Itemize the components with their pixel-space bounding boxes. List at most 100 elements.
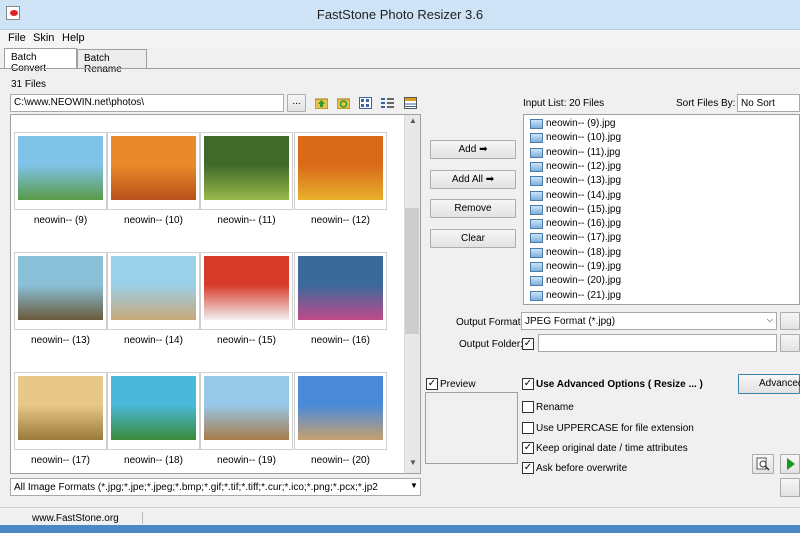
output-format-value: JPEG Format (*.jpg) — [525, 316, 616, 327]
arrow-right-icon: ➡ — [479, 144, 488, 155]
image-file-icon — [530, 190, 543, 201]
advanced-button[interactable]: Advanced — [738, 374, 800, 394]
thumbnail-label: neowin-- (10) — [124, 215, 183, 226]
menu-help[interactable]: Help — [62, 32, 85, 44]
thumbnail-image — [204, 376, 289, 440]
chevron-down-icon: ⌵ — [766, 315, 773, 324]
tab-batch-convert[interactable]: Batch Convert — [4, 48, 77, 74]
thumbnail-image — [204, 256, 289, 320]
browse-button[interactable]: ... — [287, 94, 306, 112]
input-list[interactable]: neowin-- (9).jpg neowin-- (10).jpg neowin-… — [523, 114, 800, 305]
menu-file[interactable]: File — [8, 32, 26, 44]
taskbar-strip — [0, 525, 800, 533]
remove-button[interactable]: Remove — [430, 199, 516, 218]
list-item[interactable]: neowin-- (9).jpg — [528, 117, 615, 131]
thumbnail-item[interactable] — [294, 132, 387, 210]
list-item[interactable]: neowin-- (20).jpg — [528, 274, 621, 288]
scroll-down-icon[interactable]: ▼ — [405, 458, 421, 472]
list-item[interactable]: neowin-- (17).jpg — [528, 231, 621, 245]
status-separator — [142, 512, 143, 524]
list-item[interactable]: neowin-- (14).jpg — [528, 189, 621, 203]
thumbnail-item[interactable] — [200, 252, 293, 330]
thumbnail-item[interactable] — [14, 132, 107, 210]
list-item-label: neowin-- (11).jpg — [546, 146, 621, 158]
convert-button[interactable] — [780, 454, 800, 474]
folder-up-icon[interactable] — [315, 97, 328, 109]
list-item[interactable]: neowin-- (12).jpg — [528, 160, 621, 174]
thumbnail-item[interactable] — [107, 372, 200, 450]
keep-date-checkbox[interactable]: ✓ — [522, 442, 534, 454]
advanced-options-checkbox[interactable]: ✓ — [522, 378, 534, 390]
image-file-icon — [530, 176, 543, 187]
add-button[interactable]: Add ➡ — [430, 140, 516, 159]
thumbnail-label: neowin-- (13) — [31, 335, 90, 346]
list-item[interactable]: neowin-- (10).jpg — [528, 131, 621, 145]
add-all-button[interactable]: Add All ➡ — [430, 170, 516, 189]
thumbnail-item[interactable] — [14, 252, 107, 330]
list-item-label: neowin-- (15).jpg — [546, 203, 622, 215]
scroll-up-icon[interactable]: ▲ — [405, 116, 421, 130]
list-item-label: neowin-- (16).jpg — [546, 218, 622, 230]
path-input[interactable]: C:\www.NEOWIN.net\photos\ — [10, 94, 284, 112]
list-item[interactable]: neowin-- (18).jpg — [528, 246, 621, 260]
output-folder-checkbox[interactable]: ✓ — [522, 338, 534, 350]
list-item-label: neowin-- (20).jpg — [546, 275, 622, 287]
chevron-down-icon[interactable]: ▼ — [410, 481, 418, 490]
keep-date-label: Keep original date / time attributes — [536, 443, 688, 454]
status-website[interactable]: www.FastStone.org — [32, 513, 119, 524]
list-item[interactable]: neowin-- (11).jpg — [528, 146, 620, 160]
advanced-options-label: Use Advanced Options ( Resize ... ) — [536, 379, 703, 390]
title-bar: FastStone Photo Resizer 3.6 — [0, 0, 800, 30]
add-button-label: Add — [458, 144, 477, 155]
output-folder-label: Output Folder: — [459, 339, 523, 350]
thumbnail-label: neowin-- (15) — [217, 335, 276, 346]
rename-checkbox[interactable] — [522, 401, 534, 413]
details-view-icon[interactable] — [404, 97, 417, 109]
preview-button[interactable] — [752, 454, 774, 474]
list-view-icon[interactable] — [381, 97, 394, 109]
preview-label: Preview — [440, 379, 476, 390]
list-item-label: neowin-- (13).jpg — [546, 175, 622, 187]
scroll-thumb[interactable] — [405, 208, 419, 334]
thumbnail-item[interactable] — [294, 252, 387, 330]
output-format-select[interactable]: JPEG Format (*.jpg) ⌵ — [521, 312, 777, 330]
format-settings-button[interactable] — [780, 312, 800, 330]
thumbnail-image — [111, 376, 196, 440]
thumbnail-label: neowin-- (14) — [124, 335, 183, 346]
output-folder-browse-button[interactable] — [780, 334, 800, 352]
image-file-icon — [530, 147, 543, 158]
tab-batch-rename[interactable]: Batch Rename — [77, 49, 147, 75]
thumbnail-item[interactable] — [200, 132, 293, 210]
double-arrow-right-icon: ➡ — [485, 174, 495, 185]
image-file-icon — [530, 219, 543, 230]
output-folder-input[interactable] — [538, 334, 777, 352]
list-item-label: neowin-- (18).jpg — [546, 246, 622, 258]
list-item[interactable]: neowin-- (21).jpg — [528, 289, 621, 303]
list-item[interactable]: neowin-- (19).jpg — [528, 260, 621, 274]
sort-select[interactable]: No Sort — [737, 94, 800, 112]
uppercase-checkbox[interactable] — [522, 422, 534, 434]
tab-divider — [0, 68, 800, 69]
thumbnail-image — [298, 256, 383, 320]
list-item-label: neowin-- (10).jpg — [546, 132, 622, 144]
clear-button[interactable]: Clear — [430, 229, 516, 248]
list-item[interactable]: neowin-- (16).jpg — [528, 217, 621, 231]
add-all-button-label: Add All — [451, 174, 483, 185]
thumbnail-label: neowin-- (11) — [217, 215, 276, 226]
close-button[interactable] — [780, 478, 800, 497]
ask-overwrite-checkbox[interactable]: ✓ — [522, 462, 534, 474]
thumbnail-item[interactable] — [200, 372, 293, 450]
preview-area — [425, 392, 518, 464]
thumbnail-item[interactable] — [294, 372, 387, 450]
list-item[interactable]: neowin-- (15).jpg — [528, 203, 621, 217]
thumbnail-item[interactable] — [107, 132, 200, 210]
menu-skin[interactable]: Skin — [33, 32, 54, 44]
list-item[interactable]: neowin-- (13).jpg — [528, 174, 621, 188]
thumbnail-view-icon[interactable] — [359, 97, 372, 109]
list-item-label: neowin-- (17).jpg — [546, 232, 622, 244]
thumbnail-item[interactable] — [14, 372, 107, 450]
preview-checkbox[interactable]: ✓ — [426, 378, 438, 390]
folder-refresh-icon[interactable] — [337, 97, 350, 109]
thumbnail-item[interactable] — [107, 252, 200, 330]
format-filter-select[interactable]: All Image Formats (*.jpg;*.jpe;*.jpeg;*.… — [10, 478, 421, 496]
